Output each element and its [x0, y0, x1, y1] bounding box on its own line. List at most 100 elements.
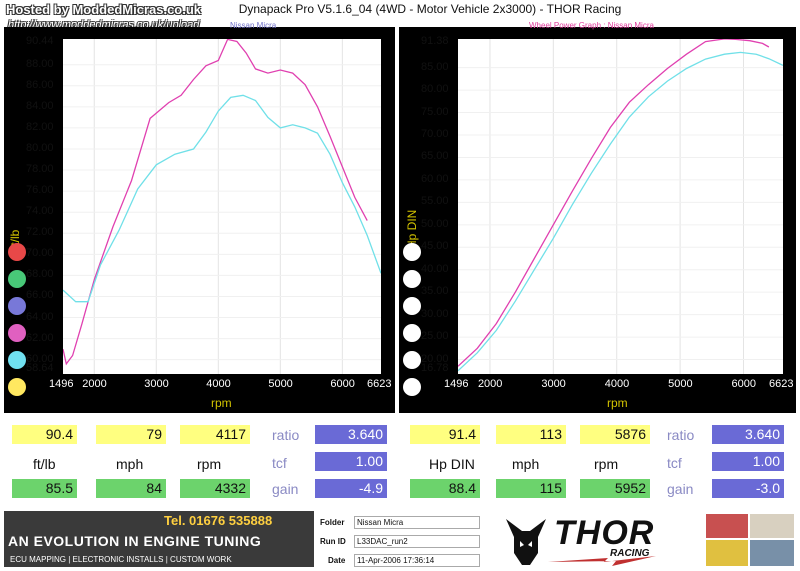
x-tick-label: 6623	[367, 378, 392, 390]
compare-power-rpm: 5952	[580, 479, 650, 498]
legend-dot[interactable]	[8, 351, 26, 369]
runid-value: L33DAC_run2	[354, 535, 480, 548]
car-photo-4	[750, 540, 794, 566]
series-line-1	[63, 94, 381, 303]
legend-dot[interactable]	[8, 270, 26, 288]
y-tick-label: 70.00	[26, 247, 54, 260]
x-tick-label: 4000	[604, 378, 630, 390]
y-tick-label: 70.00	[421, 128, 449, 140]
ratio-value: 3.640	[315, 425, 387, 444]
unit-mph-label-right: mph	[512, 456, 540, 472]
x-tick-label: 6000	[731, 378, 756, 390]
tcf-label: tcf	[272, 455, 287, 471]
car-photo-2	[750, 514, 794, 538]
tcf-value-right: 1.00	[712, 452, 784, 471]
legend-dot[interactable]	[8, 297, 26, 315]
empty-legend-dot[interactable]	[403, 270, 421, 288]
y-tick-label: 74.00	[26, 205, 54, 218]
unit-hp-label: Hp DIN	[429, 456, 475, 472]
compare-power-value: 88.4	[410, 479, 480, 498]
empty-legend-dot[interactable]	[403, 378, 421, 396]
run-info: Folder Nissan Micra Run ID L33DAC_run2 D…	[316, 512, 482, 568]
thor-logo: THOR RACING	[498, 512, 698, 568]
legend-dot[interactable]	[8, 243, 26, 261]
y-tick-label: 40.00	[421, 262, 449, 275]
folder-label: Folder	[320, 518, 345, 527]
tcf-label-right: tcf	[667, 455, 682, 471]
unit-rpm-label: rpm	[197, 456, 222, 472]
y-tick-label: 60.00	[421, 172, 449, 185]
y-tick-label: 84.00	[26, 99, 54, 112]
y-tick-label: 75.00	[421, 105, 449, 118]
phone-number: Tel. 01676 535888	[164, 513, 273, 528]
viking-helmet-icon	[506, 519, 546, 565]
gain-value: -4.9	[315, 479, 387, 498]
power-chart-panel: Wheel Power Graph : Nissan Micra Hp DIN …	[399, 21, 796, 413]
y-tick-label: 55.00	[421, 195, 449, 208]
y-tick-label: 58.64	[26, 362, 54, 374]
x-tick-label: 5000	[668, 378, 693, 390]
folder-value: Nissan Micra	[354, 516, 480, 529]
gain-label-right: gain	[667, 481, 694, 497]
y-tick-label: 72.00	[26, 226, 54, 239]
x-tick-label: 3000	[541, 378, 566, 390]
series-line-0	[63, 39, 368, 366]
empty-legend-dot[interactable]	[403, 297, 421, 315]
x-tick-label: 5000	[268, 378, 293, 390]
gain-value-right: -3.0	[712, 479, 784, 498]
legend-dot[interactable]	[8, 324, 26, 342]
y-tick-label: 50.00	[421, 217, 449, 230]
ratio-label: ratio	[272, 427, 300, 443]
y-tick-label: 90.44	[26, 35, 54, 47]
y-tick-label: 66.00	[26, 289, 54, 302]
banner-services: ECU MAPPING | ELECTRONIC INSTALLS | CUST…	[10, 555, 232, 564]
y-tick-label: 25.00	[421, 330, 449, 343]
ratio-value-right: 3.640	[712, 425, 784, 444]
car-photos	[704, 512, 796, 568]
empty-legend-dot[interactable]	[403, 243, 421, 261]
y-tick-label: 65.00	[421, 150, 449, 163]
compare-power-mph: 115	[496, 479, 566, 498]
y-tick-label: 35.00	[421, 285, 449, 298]
y-tick-label: 16.78	[421, 362, 449, 374]
torque-chart-title: Nissan Micra	[230, 21, 277, 30]
x-tick-label: 4000	[206, 378, 231, 390]
x-tick-label: 6623	[769, 378, 794, 390]
y-tick-label: 45.00	[421, 240, 449, 253]
car-photo-3	[706, 540, 748, 566]
x-tick-label: 6000	[330, 378, 355, 390]
peak-power-value: 91.4	[410, 425, 480, 444]
empty-legend-dot[interactable]	[403, 324, 421, 342]
legend-dot[interactable]	[8, 378, 26, 396]
peak-torque-value: 90.4	[12, 425, 77, 444]
x-tick-label: 1496	[49, 378, 74, 390]
ad-banner: Tel. 01676 535888 AN EVOLUTION IN ENGINE…	[4, 511, 314, 567]
peak-power-mph: 113	[496, 425, 566, 444]
series-line-1	[458, 51, 783, 372]
date-label: Date	[328, 556, 346, 565]
power-readout: 91.4 113 5876 ratio 3.640 Hp DIN mph rpm…	[400, 420, 800, 500]
y-tick-label: 78.00	[26, 163, 54, 176]
y-tick-label: 68.00	[26, 268, 54, 281]
peak-power-rpm: 5876	[580, 425, 650, 444]
y-tick-label: 80.00	[421, 83, 449, 96]
x-tick-label: 3000	[144, 378, 169, 390]
torque-chart-panel: Nissan Micra ft/lb rpm 90.44 88.00 86.00 84…	[4, 21, 395, 413]
y-tick-label: 76.00	[26, 184, 54, 197]
lightning-bolt-icon	[548, 556, 656, 566]
empty-legend-dot[interactable]	[403, 351, 421, 369]
power-chart-title: Wheel Power Graph : Nissan Micra	[529, 21, 654, 30]
compare-torque-value: 85.5	[12, 479, 77, 498]
unit-rpm-label-right: rpm	[594, 456, 619, 472]
unit-mph-label: mph	[116, 456, 144, 472]
x-tick-label: 1496	[444, 378, 469, 390]
torque-readout: 90.4 79 4117 ratio 3.640 ft/lb mph rpm t…	[0, 420, 400, 500]
y-tick-label: 80.00	[26, 141, 54, 154]
torque-chart-svg	[63, 39, 381, 374]
unit-torque-label: ft/lb	[33, 456, 56, 472]
date-value: 11-Apr-2006 17:36:14	[354, 554, 480, 567]
app-title: Dynapack Pro V5.1.6_04 (4WD - Motor Vehi…	[238, 2, 622, 16]
y-tick-label: 88.00	[26, 57, 54, 70]
x-tick-label: 2000	[477, 378, 503, 390]
y-tick-label: 85.00	[421, 60, 449, 73]
